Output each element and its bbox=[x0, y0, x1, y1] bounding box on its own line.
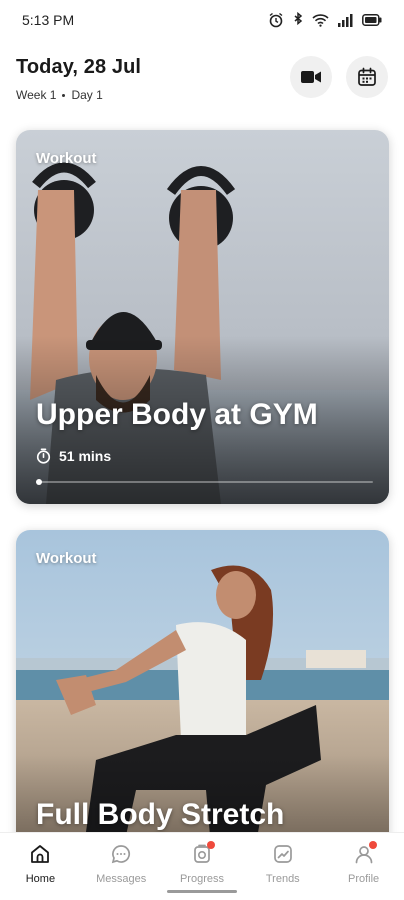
status-time: 5:13 PM bbox=[22, 12, 75, 28]
card-tag: Workout bbox=[36, 550, 97, 567]
nav-item-home[interactable]: Home bbox=[5, 841, 75, 900]
gesture-bar[interactable] bbox=[167, 890, 237, 893]
nav-item-profile[interactable]: Profile bbox=[329, 841, 399, 900]
progress-icon bbox=[189, 841, 215, 867]
profile-icon bbox=[351, 841, 377, 867]
card-progress-bar bbox=[36, 479, 373, 485]
card-tag: Workout bbox=[36, 150, 97, 167]
notification-badge bbox=[368, 841, 377, 849]
chat-icon bbox=[108, 841, 134, 867]
day-label: Day 1 bbox=[71, 88, 103, 102]
nav-label: Profile bbox=[347, 873, 380, 885]
nav-label: Messages bbox=[96, 873, 147, 885]
bottom-nav: Home Messages Progress Trends Profile bbox=[0, 832, 404, 900]
calendar-button[interactable] bbox=[346, 56, 388, 98]
nav-label: Home bbox=[25, 873, 56, 885]
bluetooth-icon bbox=[294, 12, 303, 26]
header: Today, 28 Jul Week 1 Day 1 bbox=[16, 52, 388, 112]
card-title: Upper Body at GYM bbox=[36, 398, 318, 431]
battery-icon bbox=[362, 14, 382, 26]
home-icon bbox=[27, 841, 53, 867]
stopwatch-icon bbox=[36, 448, 51, 464]
status-bar: 5:13 PM bbox=[0, 0, 404, 40]
nav-label: Trends bbox=[265, 873, 300, 885]
page-title: Today, 28 Jul bbox=[16, 56, 142, 78]
week-day-line: Week 1 Day 1 bbox=[16, 88, 103, 102]
trends-icon bbox=[270, 841, 296, 867]
card-duration: 51 mins bbox=[36, 448, 111, 464]
video-camera-icon bbox=[301, 71, 321, 83]
card-title: Full Body Stretch bbox=[36, 798, 285, 831]
notification-badge bbox=[206, 841, 215, 849]
wifi-icon bbox=[312, 14, 329, 27]
separator-dot bbox=[62, 93, 66, 97]
progress-indicator bbox=[36, 479, 42, 485]
nav-label: Progress bbox=[179, 873, 224, 885]
week-label: Week 1 bbox=[16, 88, 57, 102]
workout-card-upper-body[interactable]: Workout Upper Body at GYM 51 mins bbox=[16, 130, 389, 504]
alarm-icon bbox=[269, 12, 283, 28]
nav-item-messages[interactable]: Messages bbox=[86, 841, 156, 900]
signal-icon bbox=[338, 13, 353, 27]
nav-item-trends[interactable]: Trends bbox=[248, 841, 318, 900]
status-icons bbox=[268, 12, 382, 28]
duration-text: 51 mins bbox=[59, 448, 112, 464]
calendar-icon bbox=[358, 67, 376, 86]
video-button[interactable] bbox=[290, 56, 332, 98]
